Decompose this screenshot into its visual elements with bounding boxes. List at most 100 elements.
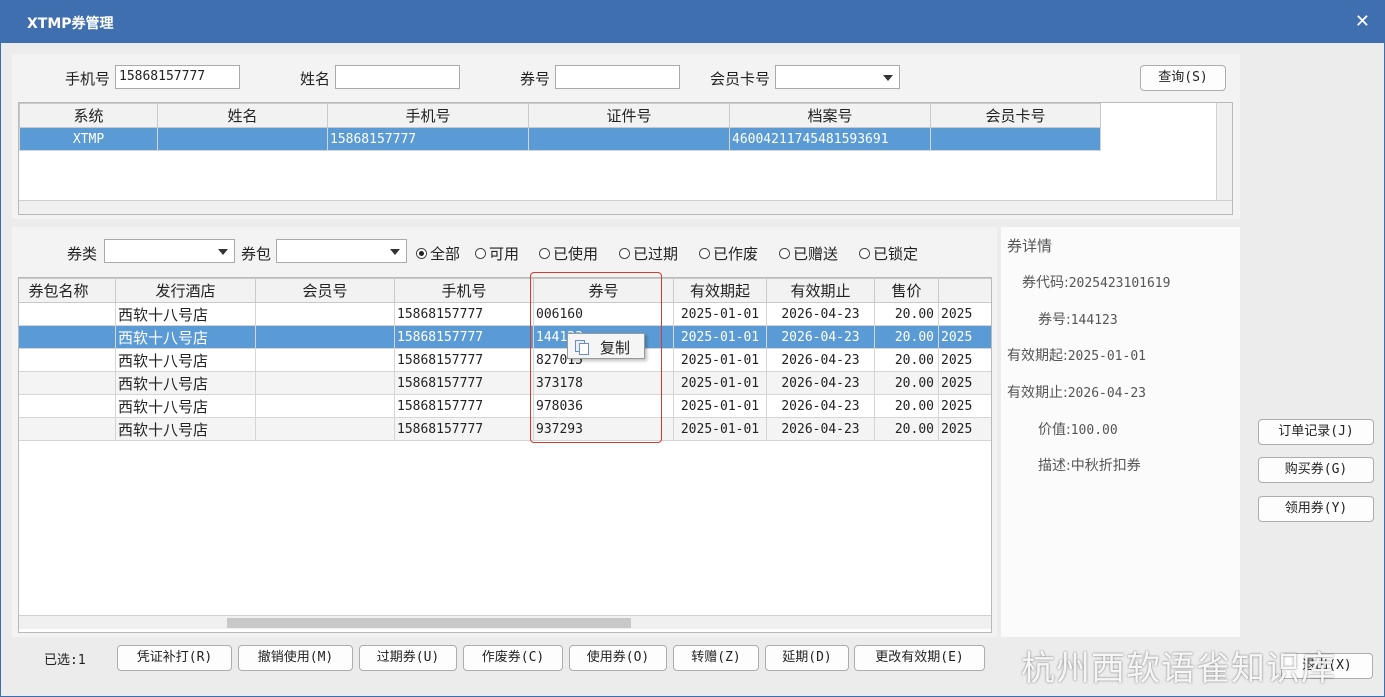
buy-coupon-button[interactable]: 购买券(G)	[1258, 457, 1374, 483]
detail-title: 券详情	[1007, 237, 1053, 255]
coupon-cell: 2026-04-23	[766, 394, 875, 418]
coupon-cell: 2025	[938, 417, 991, 441]
name-input[interactable]	[335, 65, 460, 89]
undo-use-button[interactable]: 撤销使用(M)	[238, 645, 353, 671]
coupon-col-header[interactable]: 发行酒店	[115, 278, 256, 303]
coupon-cell: 2025-01-01	[673, 302, 767, 326]
detail-label: 价值:	[1038, 422, 1071, 438]
coupon-cell: 006160	[533, 302, 674, 326]
context-menu: 复制	[567, 333, 645, 359]
extend-button[interactable]: 延期(D)	[765, 645, 849, 671]
coupon-detail-panel: 券详情 券代码:2025423101619 券号:144123 有效期起:202…	[1001, 227, 1240, 637]
member-col-header[interactable]: 证件号	[528, 103, 730, 128]
coupon-no-input[interactable]	[555, 65, 680, 89]
use-coupon-button[interactable]: 使用券(O)	[569, 645, 667, 671]
member-col-header[interactable]: 姓名	[157, 103, 328, 128]
radio-icon	[539, 248, 550, 259]
detail-value-row: 价值:100.00	[1038, 419, 1118, 439]
coupon-col-header[interactable]: 券号	[533, 278, 674, 303]
chevron-down-icon	[883, 75, 893, 81]
radio-used[interactable]: 已使用	[539, 243, 598, 264]
radio-label: 已赠送	[793, 245, 839, 263]
coupon-cell: 2025-01-01	[673, 394, 767, 418]
coupon-col-header[interactable]: 会员号	[255, 278, 395, 303]
coupon-cell: 937293	[533, 417, 674, 441]
member-cell	[528, 127, 730, 151]
member-cell: XTMP	[19, 127, 158, 151]
coupon-rows: 西软十八号店 15868157777 006160 2025-01-01 202…	[19, 302, 991, 441]
coupon-cell	[255, 348, 395, 372]
member-row[interactable]: XTMP 15868157777 46004211745481593691	[19, 127, 1101, 151]
package-select[interactable]	[276, 239, 407, 263]
member-grid: 系统 姓名 手机号 证件号 档案号 会员卡号 XTMP 15868157777 …	[18, 102, 1233, 215]
member-cell: 15868157777	[327, 127, 529, 151]
radio-gifted[interactable]: 已赠送	[779, 243, 838, 264]
coupon-cell: 2026-04-23	[766, 348, 875, 372]
coupon-cell: 2025	[938, 325, 991, 349]
claim-coupon-button[interactable]: 领用券(Y)	[1258, 496, 1374, 522]
radio-voided[interactable]: 已作废	[699, 243, 758, 264]
close-icon[interactable]: ✕	[1355, 11, 1370, 32]
member-col-header[interactable]: 档案号	[729, 103, 931, 128]
radio-label: 已过期	[633, 245, 679, 263]
coupon-cell: 西软十八号店	[115, 371, 256, 395]
radio-expired[interactable]: 已过期	[619, 243, 678, 264]
chevron-down-icon	[218, 249, 228, 255]
detail-coupon-no: 券号:144123	[1038, 309, 1118, 329]
coupon-col-header-partial[interactable]	[938, 278, 991, 303]
coupon-col-header[interactable]: 有效期起	[673, 278, 767, 303]
member-col-header[interactable]: 系统	[19, 103, 158, 128]
context-menu-copy[interactable]: 复制	[600, 337, 630, 358]
coupon-col-header[interactable]: 手机号	[394, 278, 534, 303]
radio-label: 全部	[430, 245, 461, 263]
coupon-col-header[interactable]: 售价	[874, 278, 939, 303]
coupon-col-header[interactable]: 有效期止	[766, 278, 875, 303]
detail-value: 100.00	[1070, 423, 1118, 438]
coupon-row[interactable]: 西软十八号店 15868157777 373178 2025-01-01 202…	[19, 371, 991, 395]
detail-label: 有效期起:	[1007, 348, 1068, 364]
detail-value: 144123	[1070, 313, 1118, 328]
radio-all[interactable]: 全部	[416, 243, 460, 264]
detail-value: 2025-01-01	[1067, 349, 1146, 364]
coupon-row[interactable]: 西软十八号店 15868157777 827015 2025-01-01 202…	[19, 348, 991, 372]
type-select[interactable]	[104, 239, 235, 263]
coupon-col-header[interactable]: 券包名称	[19, 278, 116, 303]
detail-value: 2025423101619	[1068, 276, 1171, 291]
window-title: XTMP券管理	[27, 16, 114, 32]
member-col-header[interactable]: 手机号	[327, 103, 529, 128]
expire-coupon-button[interactable]: 过期券(U)	[359, 645, 457, 671]
coupon-cell: 西软十八号店	[115, 325, 256, 349]
member-card-select[interactable]	[775, 65, 900, 89]
coupon-row[interactable]: 西软十八号店 15868157777 937293 2025-01-01 202…	[19, 417, 991, 441]
radio-locked[interactable]: 已锁定	[859, 243, 918, 264]
coupon-cell: 20.00	[874, 325, 939, 349]
coupon-cell	[19, 325, 116, 349]
coupon-cell: 15868157777	[394, 394, 534, 418]
member-horizontal-scrollbar[interactable]	[19, 200, 1232, 214]
coupon-cell: 2025	[938, 371, 991, 395]
coupon-row[interactable]: 西软十八号店 15868157777 144123 2025-01-01 202…	[19, 325, 991, 349]
reprint-voucher-button[interactable]: 凭证补打(R)	[117, 645, 232, 671]
coupon-row[interactable]: 西软十八号店 15868157777 006160 2025-01-01 202…	[19, 302, 991, 326]
member-table: 系统 姓名 手机号 证件号 档案号 会员卡号 XTMP 15868157777 …	[19, 103, 1101, 151]
query-button[interactable]: 查询(S)	[1140, 65, 1226, 91]
transfer-button[interactable]: 转赠(Z)	[673, 645, 759, 671]
phone-input[interactable]: 15868157777	[115, 65, 240, 89]
change-validity-button[interactable]: 更改有效期(E)	[854, 645, 985, 671]
scrollbar-thumb[interactable]	[227, 618, 631, 628]
order-records-button[interactable]: 订单记录(J)	[1258, 419, 1374, 445]
radio-icon	[475, 248, 486, 259]
coupon-row[interactable]: 西软十八号店 15868157777 978036 2025-01-01 202…	[19, 394, 991, 418]
member-col-header[interactable]: 会员卡号	[930, 103, 1101, 128]
detail-label: 描述:	[1038, 458, 1071, 474]
member-vertical-scrollbar[interactable]	[1216, 103, 1232, 200]
package-label: 券包	[241, 245, 272, 263]
radio-available[interactable]: 可用	[475, 243, 519, 264]
coupon-no-label: 券号	[520, 70, 551, 88]
coupon-cell: 2025	[938, 394, 991, 418]
coupon-horizontal-scrollbar[interactable]	[19, 615, 991, 629]
coupon-cell: 978036	[533, 394, 674, 418]
coupon-cell: 2025-01-01	[673, 371, 767, 395]
void-coupon-button[interactable]: 作废券(C)	[463, 645, 563, 671]
coupon-management-window: XTMP券管理 ✕ 手机号 15868157777 姓名 券号 会员卡号 查询(…	[0, 0, 1385, 697]
